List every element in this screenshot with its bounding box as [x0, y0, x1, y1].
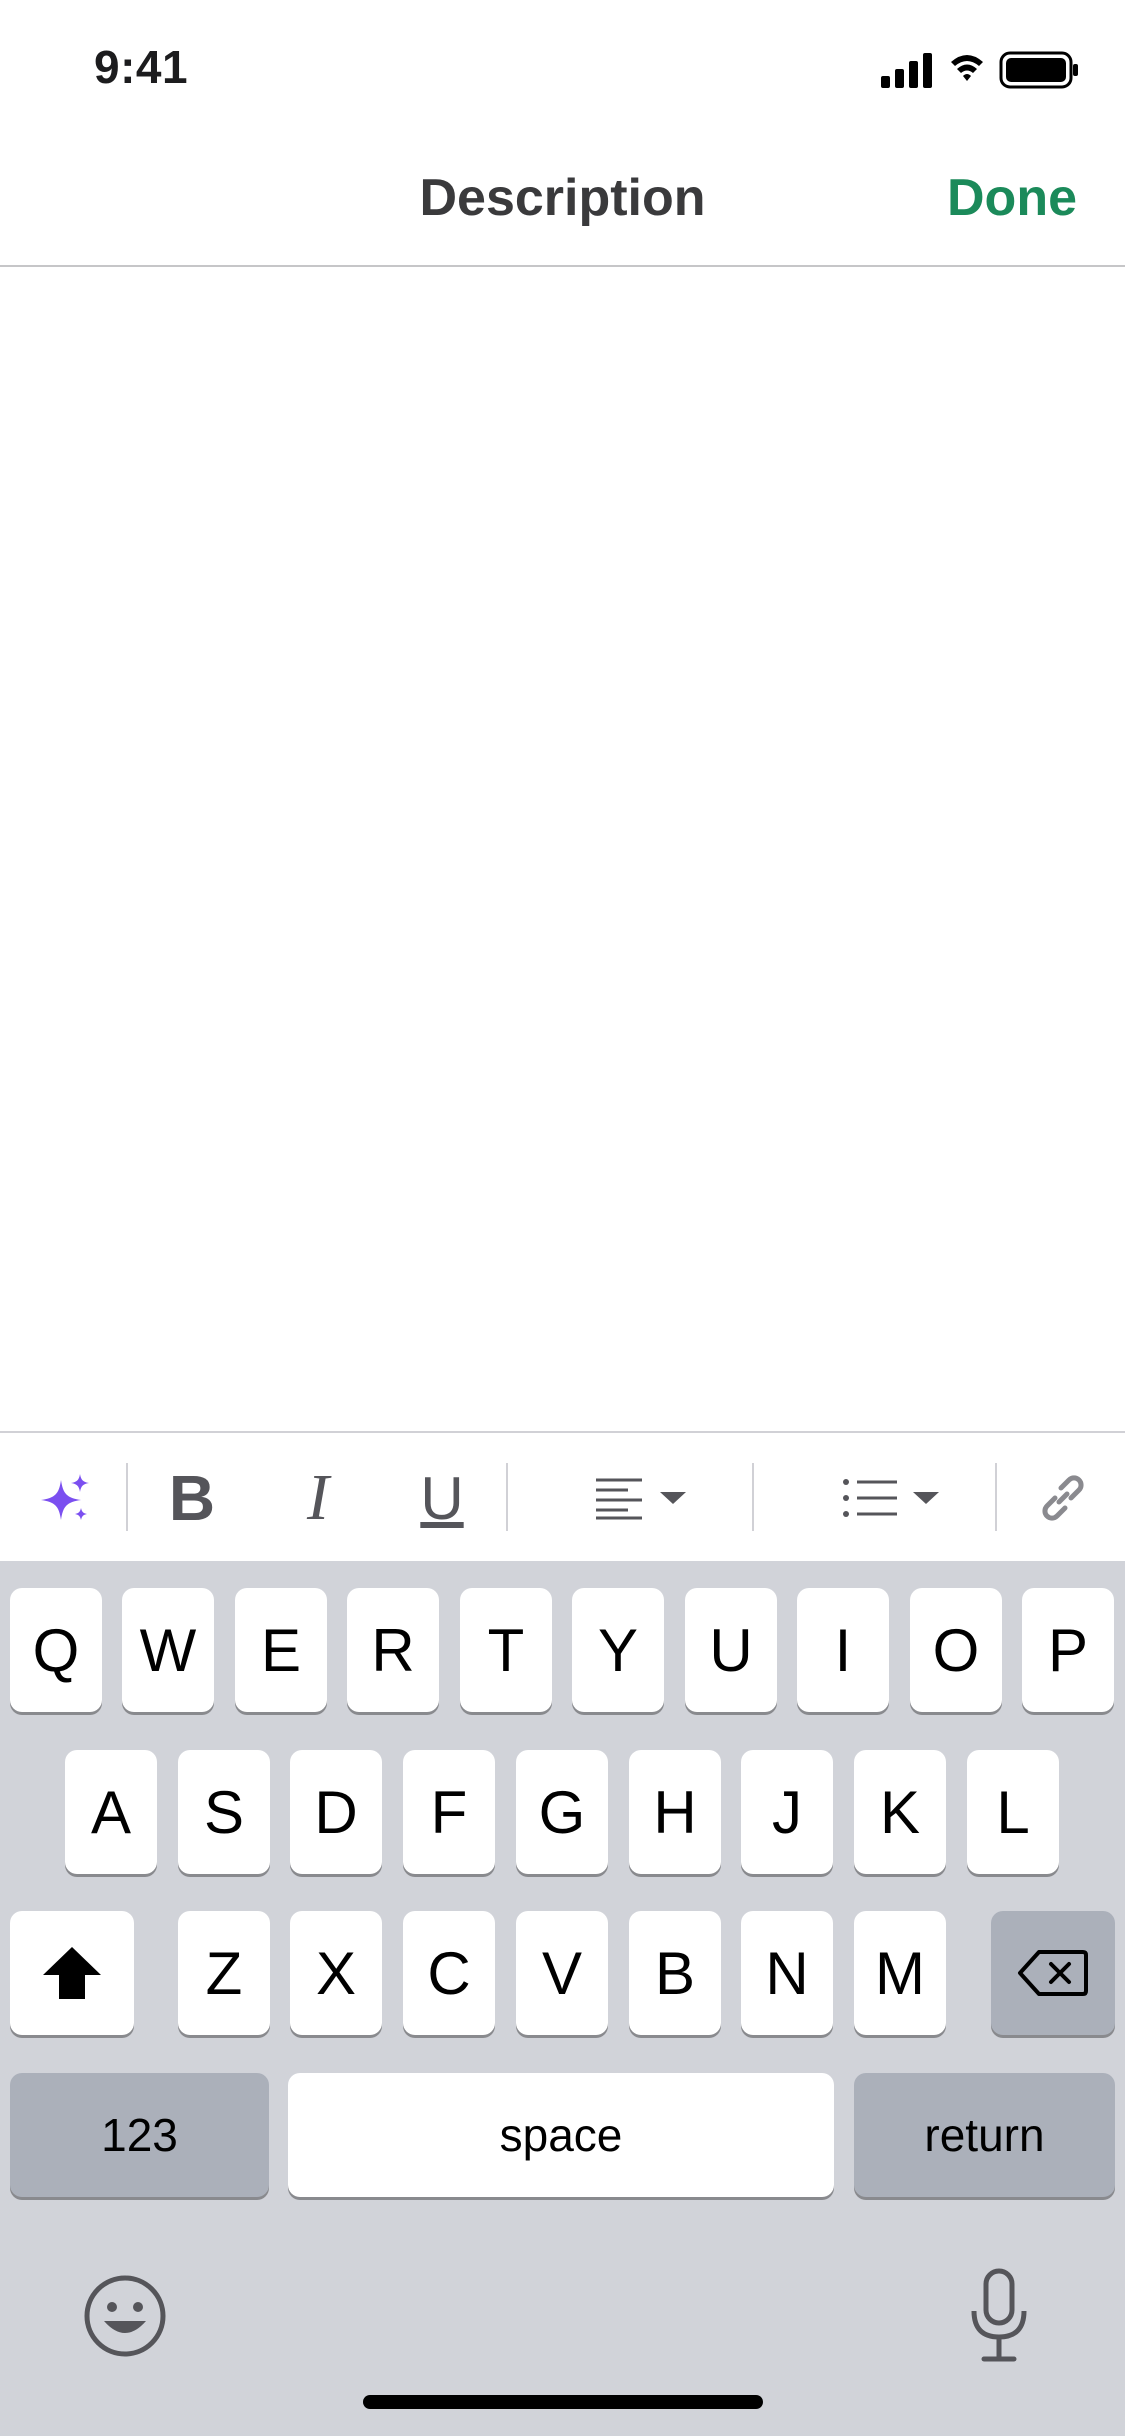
key-m[interactable]: M: [854, 1911, 946, 2035]
backspace-key[interactable]: [991, 1911, 1115, 2035]
italic-button[interactable]: I: [276, 1433, 360, 1563]
space-key[interactable]: space: [288, 2073, 834, 2197]
key-n[interactable]: N: [741, 1911, 833, 2035]
wifi-icon: [951, 55, 983, 81]
underline-button[interactable]: U: [400, 1433, 484, 1563]
key-s[interactable]: S: [178, 1750, 270, 1874]
link-icon: [1042, 1475, 1084, 1521]
key-c[interactable]: C: [403, 1911, 495, 2035]
status-icons: [881, 50, 1081, 90]
key-h[interactable]: H: [629, 1750, 721, 1874]
microphone-icon: [971, 2268, 1027, 2362]
key-p[interactable]: P: [1022, 1588, 1114, 1712]
bulleted-list-icon: [843, 1479, 897, 1517]
toolbar-divider: [752, 1463, 754, 1531]
backspace-icon: [1018, 1950, 1088, 1996]
align-dropdown-button[interactable]: [580, 1433, 700, 1563]
key-d[interactable]: D: [290, 1750, 382, 1874]
key-g[interactable]: G: [516, 1750, 608, 1874]
toolbar-divider: [506, 1463, 508, 1531]
key-o[interactable]: O: [910, 1588, 1002, 1712]
format-toolbar: B I U: [0, 1431, 1125, 1563]
key-a[interactable]: A: [65, 1750, 157, 1874]
chevron-down-icon: [660, 1492, 686, 1504]
ai-sparkle-button[interactable]: [20, 1433, 110, 1563]
description-editor[interactable]: [0, 267, 1125, 1430]
dictation-button[interactable]: [966, 2267, 1032, 2367]
key-t[interactable]: T: [460, 1588, 552, 1712]
sparkle-icon: [41, 1474, 89, 1520]
status-time: 9:41: [94, 41, 189, 93]
key-w[interactable]: W: [122, 1588, 214, 1712]
keyboard: Q W E R T Y U I O P A S D F G H J K L Z …: [0, 1561, 1125, 2436]
return-key[interactable]: return: [854, 2073, 1115, 2197]
home-indicator: [363, 2395, 763, 2409]
key-u[interactable]: U: [685, 1588, 777, 1712]
shift-icon: [43, 1947, 101, 1999]
nav-bar: Description Done: [0, 140, 1125, 267]
underline-icon: U: [420, 1464, 464, 1532]
key-e[interactable]: E: [235, 1588, 327, 1712]
key-y[interactable]: Y: [572, 1588, 664, 1712]
battery-icon: [999, 51, 1078, 89]
chevron-down-icon: [913, 1492, 939, 1504]
key-f[interactable]: F: [403, 1750, 495, 1874]
key-x[interactable]: X: [290, 1911, 382, 2035]
status-bar: 9:41: [0, 0, 1125, 140]
key-r[interactable]: R: [347, 1588, 439, 1712]
toolbar-divider: [126, 1463, 128, 1531]
done-button[interactable]: Done: [947, 168, 1077, 228]
key-q[interactable]: Q: [10, 1588, 102, 1712]
key-i[interactable]: I: [797, 1588, 889, 1712]
shift-key[interactable]: [10, 1911, 134, 2035]
key-z[interactable]: Z: [178, 1911, 270, 2035]
key-v[interactable]: V: [516, 1911, 608, 2035]
link-button[interactable]: [1020, 1433, 1106, 1563]
numbers-key[interactable]: 123: [10, 2073, 269, 2197]
key-l[interactable]: L: [967, 1750, 1059, 1874]
toolbar-divider: [995, 1463, 997, 1531]
align-left-icon: [596, 1478, 642, 1520]
list-dropdown-button[interactable]: [826, 1433, 956, 1563]
emoji-button[interactable]: [82, 2273, 168, 2359]
key-k[interactable]: K: [854, 1750, 946, 1874]
cellular-signal-icon: [881, 53, 932, 88]
key-j[interactable]: J: [741, 1750, 833, 1874]
key-b[interactable]: B: [629, 1911, 721, 2035]
bold-icon: B: [168, 1462, 216, 1534]
italic-icon: I: [307, 1461, 329, 1534]
emoji-icon: [84, 2275, 166, 2357]
bold-button[interactable]: B: [150, 1433, 234, 1563]
